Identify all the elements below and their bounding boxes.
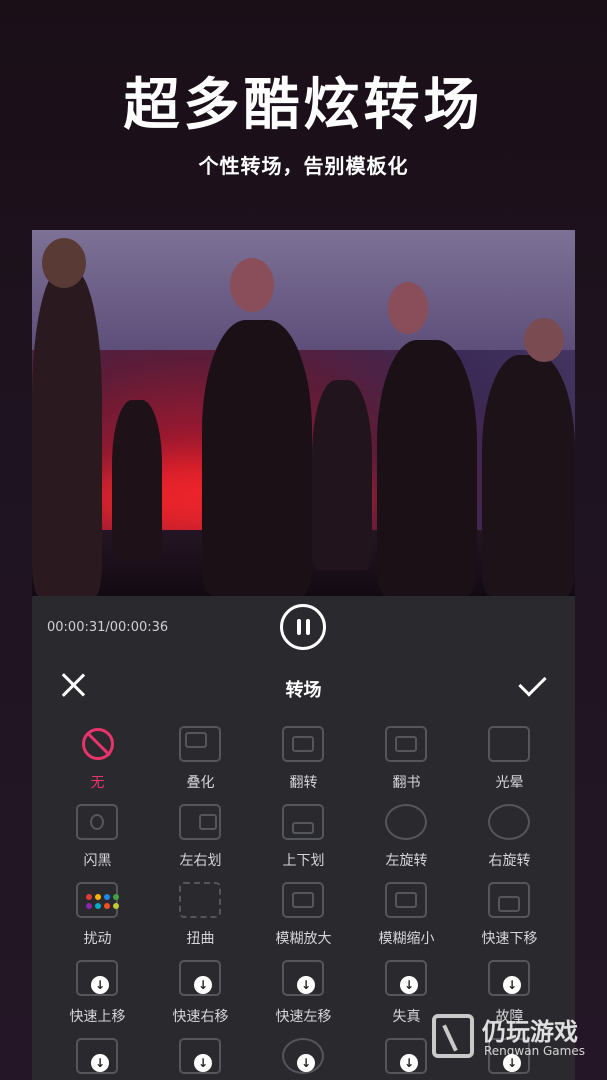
transition-label: 光晕 <box>495 775 524 791</box>
watermark-name: 仍玩游戏 <box>482 1018 578 1046</box>
download-icon <box>194 976 212 994</box>
transition-item-wipe-vertical[interactable]: 上下划 <box>252 804 355 882</box>
transition-label: 无 <box>90 775 105 791</box>
transition-label: 翻书 <box>392 775 421 791</box>
download-icon <box>194 1054 212 1072</box>
download-icon <box>91 1054 109 1072</box>
transition-item-distort[interactable]: 扭曲 <box>149 882 252 960</box>
transition-item-rotate-left[interactable]: 左旋转 <box>355 804 458 882</box>
video-preview[interactable] <box>32 230 575 596</box>
distortion-icon <box>385 960 427 996</box>
transition-item-blur-zoom-in[interactable]: 模糊放大 <box>252 882 355 960</box>
hero-subtitle: 个性转场，告别模板化 <box>198 154 409 178</box>
transition-item-flip[interactable]: 翻转 <box>252 726 355 804</box>
transition-item-page-turn[interactable]: 翻书 <box>355 726 458 804</box>
blur-zoom-in-icon <box>282 882 324 918</box>
transition-label: 扰动 <box>83 931 112 947</box>
wipe-horizontal-icon <box>179 804 221 840</box>
transition-label: 左旋转 <box>385 853 428 869</box>
transition-panel-header: 转场 <box>32 656 575 716</box>
hero-title: 超多酷炫转场 <box>123 73 484 138</box>
pause-icon[interactable] <box>280 604 326 650</box>
transition-item-fast-up[interactable]: 快速上移 <box>46 960 149 1038</box>
flash-black-icon <box>76 804 118 840</box>
transition-item-fast-right[interactable]: 快速右移 <box>149 960 252 1038</box>
timecode: 00:00:31/00:00:36 <box>47 620 169 635</box>
transition-label: 快速上移 <box>69 1009 126 1025</box>
transition-label: 快速左移 <box>275 1009 332 1025</box>
transition-item-fast-left[interactable]: 快速左移 <box>252 960 355 1038</box>
transition-label: 模糊缩小 <box>378 931 435 947</box>
download-icon <box>297 1054 315 1072</box>
rotate-left-icon <box>385 804 427 840</box>
transition-item-dissolve[interactable]: 叠化 <box>149 726 252 804</box>
transition-label: 闪黑 <box>83 853 112 869</box>
glitch-dots-icon <box>76 882 119 918</box>
rotate-right-icon <box>488 804 530 840</box>
transition-item-glitch-dots[interactable]: 扰动 <box>46 882 149 960</box>
transition-item-none[interactable]: 无 <box>46 726 149 804</box>
transition-label: 扭曲 <box>186 931 215 947</box>
none-icon <box>82 728 114 760</box>
download-icon <box>400 1054 418 1072</box>
distort-icon <box>179 882 221 918</box>
transition-thumb-icon <box>179 1038 221 1074</box>
dissolve-icon <box>179 726 221 762</box>
transition-item-rotate-right[interactable]: 右旋转 <box>458 804 561 882</box>
download-icon <box>91 976 109 994</box>
transition-label: 上下划 <box>282 853 325 869</box>
fast-left-icon <box>282 960 324 996</box>
glitch-icon <box>488 960 530 996</box>
transition-label: 叠化 <box>186 775 215 791</box>
fast-right-icon <box>179 960 221 996</box>
transition-item-blur-zoom-out[interactable]: 模糊缩小 <box>355 882 458 960</box>
blur-zoom-out-icon <box>385 882 427 918</box>
transition-item-fast-down[interactable]: 快速下移 <box>458 882 561 960</box>
transition-thumb-icon <box>282 1038 324 1074</box>
transition-label: 左右划 <box>179 853 222 869</box>
transition-thumb-icon <box>76 1038 118 1074</box>
transition-label: 快速右移 <box>172 1009 229 1025</box>
download-icon <box>503 976 521 994</box>
transition-label: 模糊放大 <box>275 931 332 947</box>
watermark-sub: Rengwan Games <box>484 1044 585 1058</box>
app-screen: 00:00:31/00:00:36 转场 无 叠化 翻转 翻书 光晕 闪黑 左右… <box>32 230 575 1080</box>
flip-icon <box>282 726 324 762</box>
fast-up-icon <box>76 960 118 996</box>
transition-label: 右旋转 <box>488 853 531 869</box>
fast-down-icon <box>488 882 530 918</box>
watermark: 仍玩游戏 Rengwan Games <box>432 1010 602 1070</box>
transition-label: 翻转 <box>289 775 318 791</box>
transition-item-flash-black[interactable]: 闪黑 <box>46 804 149 882</box>
check-icon[interactable] <box>517 670 551 698</box>
transition-item-glow[interactable]: 光晕 <box>458 726 561 804</box>
transition-item-more[interactable] <box>252 1038 355 1080</box>
transition-item-more[interactable] <box>46 1038 149 1080</box>
playback-bar: 00:00:31/00:00:36 <box>32 596 575 656</box>
transition-item-wipe-horizontal[interactable]: 左右划 <box>149 804 252 882</box>
wipe-vertical-icon <box>282 804 324 840</box>
transition-item-more[interactable] <box>149 1038 252 1080</box>
transition-label: 快速下移 <box>481 931 538 947</box>
page-turn-icon <box>385 726 427 762</box>
panel-title: 转场 <box>285 680 322 701</box>
download-icon <box>297 976 315 994</box>
transition-thumb-icon <box>385 1038 427 1074</box>
download-icon <box>400 976 418 994</box>
glow-icon <box>488 726 530 762</box>
watermark-logo-icon <box>432 1014 474 1058</box>
